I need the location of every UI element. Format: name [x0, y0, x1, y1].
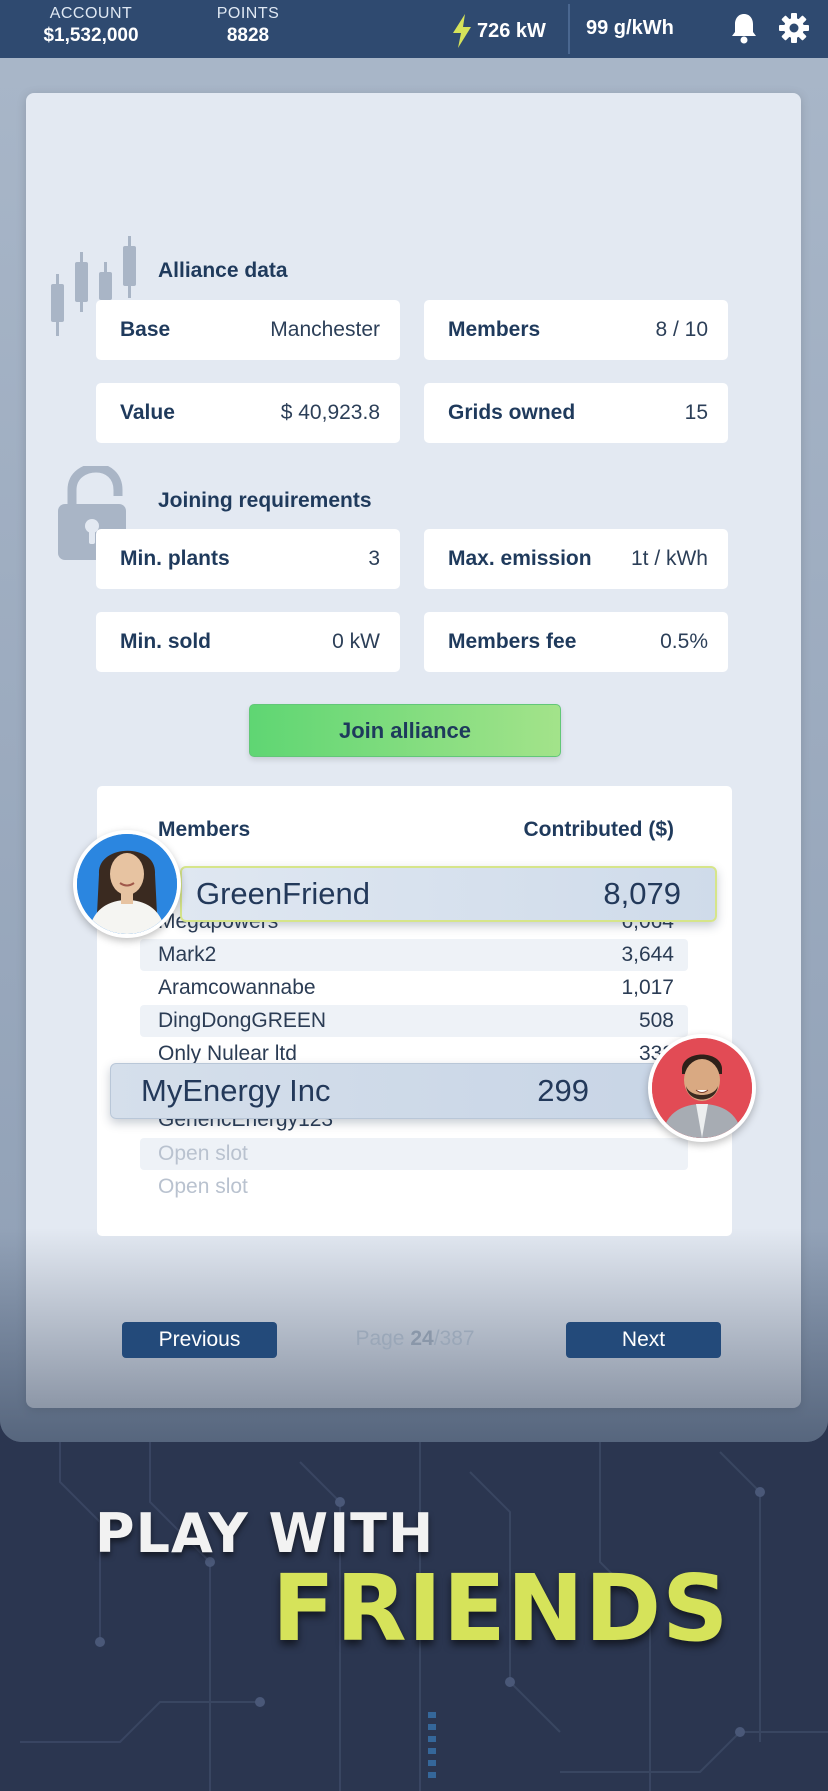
- top-contributor-highlight[interactable]: GreenFriend 8,079: [180, 866, 717, 922]
- highlight-name: MyEnergy Inc: [141, 1073, 331, 1108]
- total-pages: /387: [433, 1327, 475, 1350]
- contributed-column-header: Contributed ($): [523, 818, 674, 841]
- points-label: POINTS: [216, 5, 280, 22]
- min-plants-value: 3: [368, 547, 380, 570]
- member-contribution: 3,644: [621, 943, 674, 966]
- min-sold-value: 0 kW: [332, 630, 380, 653]
- member-name: Mark2: [158, 943, 217, 966]
- table-row[interactable]: DingDongGREEN 508: [140, 1005, 688, 1037]
- member-contribution: 1,017: [621, 976, 674, 999]
- man-avatar-icon: [652, 1038, 752, 1138]
- min-sold-tile: Min. sold 0 kW: [96, 612, 400, 672]
- current-page: 24: [410, 1327, 434, 1350]
- top-status-bar: ACCOUNT $1,532,000 POINTS 8828 726 kW 99…: [0, 0, 828, 58]
- account-stat: ACCOUNT $1,532,000: [30, 5, 152, 47]
- base-tile: Base Manchester: [96, 300, 400, 360]
- previous-page-button[interactable]: Previous: [122, 1322, 277, 1358]
- value-tile: Value $ 40,923.8: [96, 383, 400, 443]
- emission-value: 99 g/kWh: [586, 17, 674, 39]
- page-indicator: Page 24/387: [330, 1327, 500, 1351]
- next-page-button[interactable]: Next: [566, 1322, 721, 1358]
- base-label: Base: [120, 318, 171, 341]
- base-value: Manchester: [270, 318, 380, 341]
- promo-headline-line2: FRIENDS: [272, 1555, 730, 1662]
- members-value: 8 / 10: [655, 318, 708, 341]
- alliance-data-title: Alliance data: [158, 259, 288, 282]
- open-slot-row[interactable]: Open slot: [140, 1171, 688, 1203]
- members-fee-value: 0.5%: [660, 630, 708, 653]
- highlight-name: GreenFriend: [196, 876, 371, 911]
- grids-owned-tile: Grids owned 15: [424, 383, 728, 443]
- table-row[interactable]: Aramcowannabe 1,017: [140, 972, 688, 1004]
- max-emission-value: 1t / kWh: [630, 547, 708, 570]
- topbar-divider: [568, 4, 570, 54]
- member-name: DingDongGREEN: [158, 1009, 327, 1032]
- min-plants-tile: Min. plants 3: [96, 529, 400, 589]
- highlight-value: 8,079: [603, 876, 681, 911]
- value-value: $ 40,923.8: [280, 401, 380, 424]
- lightning-icon: [453, 14, 471, 48]
- max-emission-label: Max. emission: [448, 547, 592, 570]
- power-value: 726 kW: [477, 19, 546, 42]
- avatar: [73, 830, 181, 938]
- value-label: Value: [120, 401, 175, 424]
- own-company-highlight[interactable]: MyEnergy Inc 299: [110, 1063, 670, 1119]
- table-row[interactable]: Mark2 3,644: [140, 939, 688, 971]
- members-column-header: Members: [158, 818, 251, 841]
- open-slot-row[interactable]: Open slot: [140, 1138, 688, 1170]
- account-value: $1,532,000: [43, 25, 139, 46]
- points-value: 8828: [226, 25, 270, 46]
- gear-icon[interactable]: [778, 12, 810, 44]
- bell-icon[interactable]: [730, 12, 758, 44]
- member-name: Aramcowannabe: [158, 976, 316, 999]
- highlight-value: 299: [537, 1073, 589, 1108]
- grids-label: Grids owned: [448, 401, 576, 424]
- avatar: [648, 1034, 756, 1142]
- min-plants-label: Min. plants: [120, 547, 230, 570]
- power-stat: 726 kW: [451, 14, 546, 48]
- join-alliance-button[interactable]: Join alliance: [249, 704, 561, 757]
- account-label: ACCOUNT: [49, 5, 133, 22]
- members-fee-label: Members fee: [448, 630, 577, 653]
- promo-banner: PLAY WITH FRIENDS: [0, 1442, 828, 1791]
- grids-value: 15: [684, 401, 708, 424]
- min-sold-label: Min. sold: [120, 630, 211, 653]
- members-fee-tile: Members fee 0.5%: [424, 612, 728, 672]
- max-emission-tile: Max. emission 1t / kWh: [424, 529, 728, 589]
- slot-label: Open slot: [158, 1175, 248, 1198]
- woman-avatar-icon: [77, 834, 177, 934]
- points-stat: POINTS 8828: [200, 5, 296, 47]
- members-count-tile: Members 8 / 10: [424, 300, 728, 360]
- members-label: Members: [448, 318, 541, 341]
- page-prefix: Page: [355, 1327, 411, 1350]
- joining-requirements-title: Joining requirements: [158, 489, 372, 512]
- member-contribution: 508: [638, 1009, 674, 1032]
- slot-label: Open slot: [158, 1142, 248, 1165]
- members-table: Members Contributed ($) Megapowers 6,064…: [97, 786, 732, 1236]
